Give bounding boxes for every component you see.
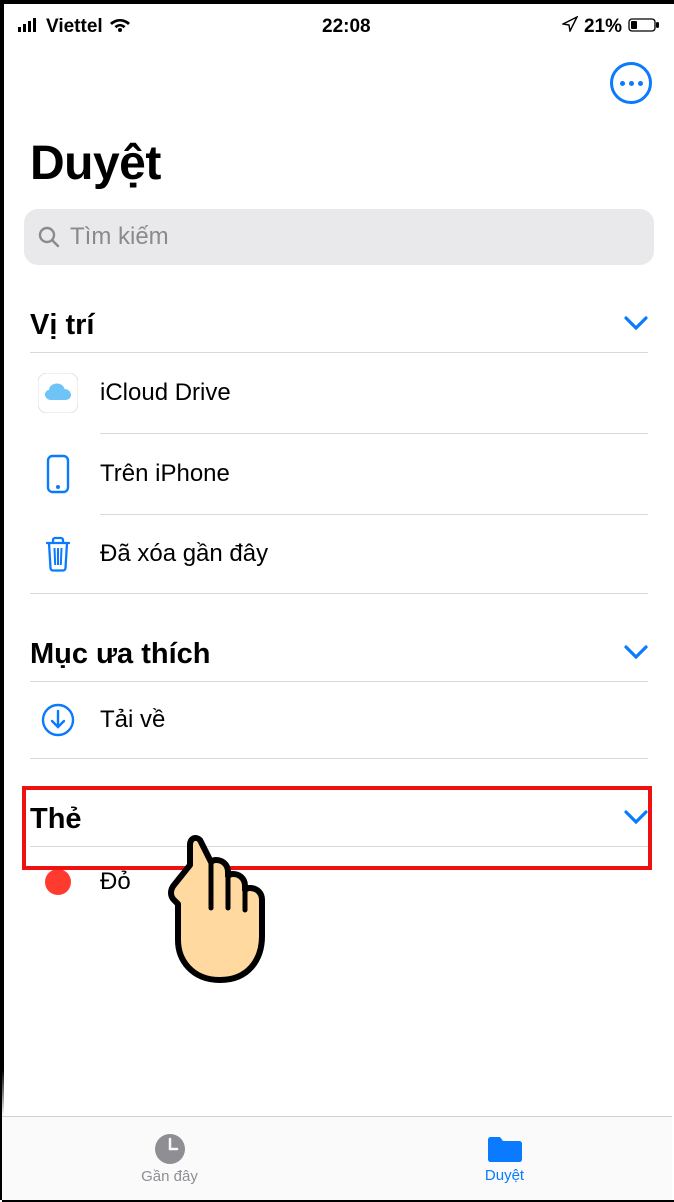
search-icon — [38, 226, 60, 248]
iphone-icon — [36, 454, 80, 494]
favorite-downloads[interactable]: Tải về — [30, 682, 648, 758]
tab-label: Gần đây — [141, 1168, 198, 1185]
tab-label: Duyệt — [485, 1167, 524, 1184]
trash-icon — [36, 535, 80, 573]
favorites-section-toggle[interactable]: Mục ưa thích — [30, 624, 648, 681]
battery-percent: 21% — [584, 16, 622, 38]
tab-browse[interactable]: Duyệt — [337, 1117, 672, 1200]
clock-icon — [153, 1132, 187, 1166]
location-on-iphone[interactable]: Trên iPhone — [30, 434, 648, 514]
page-title: Duyệt — [4, 114, 674, 201]
row-label: Đã xóa gần đây — [100, 540, 268, 568]
tab-bar: Gần đây Duyệt — [2, 1116, 672, 1200]
more-menu-button[interactable] — [610, 62, 652, 104]
location-recently-deleted[interactable]: Đã xóa gần đây — [30, 515, 648, 593]
row-label: iCloud Drive — [100, 379, 231, 407]
chevron-down-icon — [624, 645, 648, 664]
clock: 22:08 — [131, 16, 562, 38]
icloud-icon — [36, 373, 80, 413]
status-bar: Viettel 22:08 21% — [4, 4, 674, 44]
location-icloud-drive[interactable]: iCloud Drive — [30, 353, 648, 433]
tags-section-title: Thẻ — [30, 803, 82, 836]
cellular-signal-icon — [18, 16, 40, 38]
battery-icon — [628, 16, 660, 38]
location-icon — [562, 16, 578, 38]
row-label: Tải về — [100, 706, 165, 734]
locations-section-toggle[interactable]: Vị trí — [30, 295, 648, 352]
row-label: Trên iPhone — [100, 460, 230, 488]
favorites-section-title: Mục ưa thích — [30, 638, 211, 671]
tab-recents[interactable]: Gần đây — [2, 1117, 337, 1200]
folder-icon — [485, 1133, 525, 1165]
row-label: Đỏ — [100, 868, 131, 896]
search-input[interactable]: Tìm kiếm — [24, 209, 654, 265]
tags-section-toggle[interactable]: Thẻ — [30, 789, 648, 846]
locations-section-title: Vị trí — [30, 309, 94, 342]
red-tag-dot-icon — [36, 867, 80, 897]
chevron-down-icon — [624, 810, 648, 829]
wifi-icon — [109, 16, 131, 38]
tag-red[interactable]: Đỏ — [30, 847, 648, 917]
search-placeholder: Tìm kiếm — [70, 223, 169, 251]
carrier-label: Viettel — [46, 16, 103, 38]
chevron-down-icon — [624, 316, 648, 335]
download-icon — [36, 702, 80, 738]
